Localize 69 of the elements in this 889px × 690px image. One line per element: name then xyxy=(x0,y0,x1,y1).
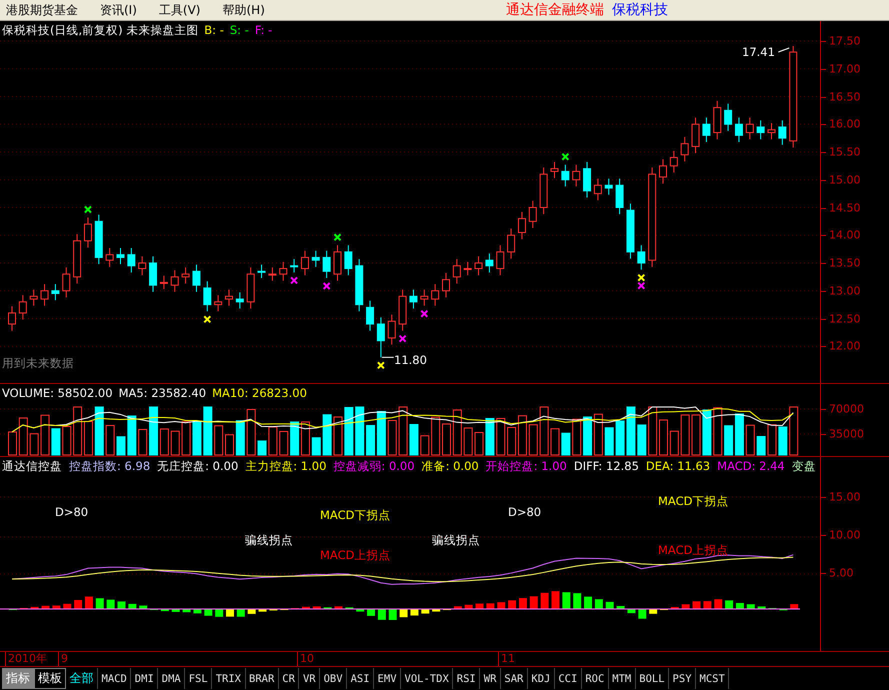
cross-mark-icon xyxy=(334,234,342,241)
cross-mark-icon xyxy=(84,206,92,214)
leader-line xyxy=(778,48,790,52)
axis-label: 12.00 xyxy=(829,340,860,353)
date-label: 11 xyxy=(498,652,515,666)
axis-label: 16.00 xyxy=(829,118,860,131)
menu-item[interactable]: 工具(V) xyxy=(158,2,200,18)
signal-annotation: 骗线拐点 xyxy=(245,533,293,548)
app-title: 通达信金融终端 xyxy=(506,1,604,19)
signal-annotation: MACD上拐点 xyxy=(320,548,390,563)
axis-label: 14.50 xyxy=(829,201,860,214)
leader-line xyxy=(381,356,394,358)
axis-label: 35000 xyxy=(829,428,864,440)
mode-button[interactable]: 指标 xyxy=(2,668,34,689)
cross-mark-icon xyxy=(420,310,428,318)
signal-annotation: MACD上拐点 xyxy=(658,543,728,558)
cross-mark-icon xyxy=(322,282,330,290)
indicator-reading: 开始控盘: 1.00 xyxy=(486,458,567,474)
date-label: 10 xyxy=(297,652,314,666)
indicator-reading: 无庄控盘: 0.00 xyxy=(157,458,238,474)
axis-label: 17.50 xyxy=(829,34,860,48)
indicator-reading: DIFF: 12.85 xyxy=(574,459,639,473)
signal-reading: F: - xyxy=(254,23,272,37)
volume-reading: VOLUME: 58502.00 xyxy=(2,386,113,400)
cross-mark-icon xyxy=(398,335,406,342)
axis-label: 15.00 xyxy=(829,490,860,504)
indicator-reading: 通达信控盘 xyxy=(2,458,62,474)
axis-label: 13.00 xyxy=(829,284,860,298)
axis-label: 5.00 xyxy=(829,566,854,580)
date-label: 2010年 xyxy=(5,652,47,666)
signal-annotation: MACD下拐点 xyxy=(320,508,390,523)
volume-reading: MA10: 26823.00 xyxy=(212,386,307,400)
axis-label: 12.50 xyxy=(829,312,860,325)
signal-reading: B: - xyxy=(204,23,224,37)
axis-label: 14.00 xyxy=(829,228,860,242)
menu-item[interactable]: 帮助(H) xyxy=(222,2,265,18)
indicator-reading: 控盘指数: 6.98 xyxy=(69,458,150,474)
axis-label: 15.50 xyxy=(829,146,860,158)
future-data-note: 用到未来数据 xyxy=(2,356,74,371)
axis-label: 10.00 xyxy=(829,528,860,542)
signal-annotation: MACD下拐点 xyxy=(658,494,728,509)
signal-annotation: 骗线拐点 xyxy=(432,533,480,548)
signal-reading: S: - xyxy=(230,23,249,37)
indicator-reading: 主力控盘: 1.00 xyxy=(245,458,326,474)
indicator-reading: MACD: 2.44 xyxy=(717,459,785,473)
axis-label: 70000 xyxy=(829,402,864,416)
cross-mark-icon xyxy=(290,276,298,284)
axis-label: 15.00 xyxy=(829,173,860,186)
axis-label: 16.50 xyxy=(829,90,860,103)
indicator-reading: 准备: 0.00 xyxy=(422,458,479,474)
mode-button[interactable]: 模板 xyxy=(34,668,66,689)
high-price-label: 17.41 xyxy=(742,45,775,59)
signal-annotation: D>80 xyxy=(55,505,88,519)
signal-annotation: D>80 xyxy=(508,505,542,519)
indicator-reading: DEA: 11.63 xyxy=(646,459,710,473)
cross-mark-icon xyxy=(377,362,385,370)
date-label: 9 xyxy=(58,652,68,666)
indicator-reading: 变盘 xyxy=(792,458,816,474)
cross-mark-icon xyxy=(204,316,211,323)
volume-reading: MA5: 23582.40 xyxy=(118,386,206,400)
menu-item[interactable]: 港股期货基金 xyxy=(6,2,78,18)
cross-mark-icon xyxy=(562,153,570,160)
chart-title: 保税科技(日线,前复权) 未来操盘主图 xyxy=(2,22,198,38)
stock-name: 保税科技 xyxy=(612,1,668,19)
indicator-reading: 控盘减弱: 0.00 xyxy=(333,458,415,474)
axis-label: 13.50 xyxy=(829,256,860,270)
axis-label: 17.00 xyxy=(829,62,860,76)
low-price-label: 11.80 xyxy=(394,353,427,367)
menu-item[interactable]: 资讯(I) xyxy=(100,2,137,18)
